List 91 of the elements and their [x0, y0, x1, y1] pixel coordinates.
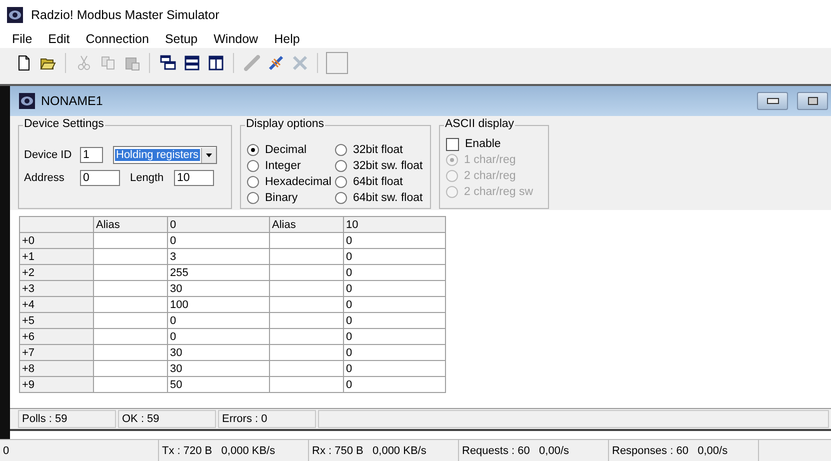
menu-item[interactable]: Setup [162, 32, 200, 46]
radio-button[interactable] [335, 192, 347, 204]
radio-label: Decimal [265, 144, 307, 156]
table-cell: 30 [168, 280, 270, 296]
radio-button[interactable] [247, 176, 259, 188]
input-field[interactable]: 1 [80, 147, 103, 163]
radio-button[interactable] [335, 160, 347, 172]
table-cell: 0 [344, 376, 446, 392]
table-cell: 0 [168, 312, 270, 328]
row-header: +8 [20, 360, 94, 376]
table-cell: 0 [344, 312, 446, 328]
table-cell: 0 [344, 296, 446, 312]
radio-button[interactable] [335, 176, 347, 188]
input-field[interactable]: 0 [80, 170, 120, 186]
radio-button[interactable] [247, 192, 259, 204]
field-label: Address [24, 172, 66, 184]
windows-icon[interactable] [208, 55, 224, 71]
row-header: +1 [20, 248, 94, 264]
status-panel: OK : 59 [118, 410, 216, 428]
status-panel: Rx : 750 B 0,000 KB/s [309, 440, 459, 461]
table-cell: 0 [344, 344, 446, 360]
windows-icon[interactable] [184, 55, 200, 71]
radio-label: 64bit float [353, 176, 403, 188]
radio-button[interactable] [335, 144, 347, 156]
radio-label: 64bit sw. float [353, 192, 423, 204]
column-header: 0 [168, 216, 270, 232]
row-header: +9 [20, 376, 94, 392]
table-cell: 255 [168, 264, 270, 280]
status-panel: Requests : 60 0,00/s [459, 440, 609, 461]
table-cell: 0 [344, 264, 446, 280]
child-window-title: NONAME1 [41, 94, 103, 108]
minimize-button[interactable] [757, 92, 788, 110]
document-icon[interactable] [16, 55, 32, 71]
column-header: Alias [94, 216, 168, 232]
menu-item[interactable]: Window [212, 32, 260, 46]
row-header: +4 [20, 296, 94, 312]
radio-label: 32bit sw. float [353, 160, 423, 172]
table-cell: 0 [344, 232, 446, 248]
group-title: ASCII display [444, 118, 516, 130]
toolbar-button[interactable] [326, 52, 348, 74]
table-cell: 30 [168, 344, 270, 360]
app-icon [19, 93, 35, 109]
radio-label: 2 char/reg [464, 170, 516, 182]
row-header: +6 [20, 328, 94, 344]
checkbox[interactable] [446, 138, 459, 150]
table-cell: 0 [168, 232, 270, 248]
row-header: +0 [20, 232, 94, 248]
radio-label: Integer [265, 160, 301, 172]
radio-label: Binary [265, 192, 298, 204]
windows-icon[interactable] [160, 55, 176, 71]
radio-button[interactable] [247, 160, 259, 172]
table-cell: 100 [168, 296, 270, 312]
radio-label: 32bit float [353, 144, 403, 156]
table-cell: 0 [344, 280, 446, 296]
row-header: +3 [20, 280, 94, 296]
table-cell: 0 [344, 360, 446, 376]
menu-item[interactable]: Edit [46, 32, 72, 46]
status-panel: Responses : 60 0,00/s [609, 440, 759, 461]
column-header: Alias [270, 216, 344, 232]
status-panel: Errors : 0 [218, 410, 316, 428]
field-label: Device ID [24, 149, 73, 161]
radio-label: Hexadecimal [265, 176, 332, 188]
radio-label: 2 char/reg sw [464, 186, 534, 198]
menu-item[interactable]: Connection [84, 32, 151, 46]
table-cell: 0 [168, 328, 270, 344]
status-panel: 0 [0, 440, 159, 461]
table-cell: 0 [344, 328, 446, 344]
window-title: Radzio! Modbus Master Simulator [31, 8, 220, 22]
table-cell: 30 [168, 360, 270, 376]
status-panel: Tx : 720 B 0,000 KB/s [159, 440, 309, 461]
input-field[interactable]: 10 [174, 170, 214, 186]
row-header: +7 [20, 344, 94, 360]
status-panel: Polls : 59 [18, 410, 116, 428]
menu-item[interactable]: File [10, 32, 34, 46]
row-header: +5 [20, 312, 94, 328]
dropdown-button[interactable] [200, 148, 216, 162]
radio-label: 1 char/reg [464, 154, 516, 166]
dropdown[interactable]: Holding registers [113, 146, 217, 164]
column-header: 10 [344, 216, 446, 232]
row-header: +2 [20, 264, 94, 280]
table-cell: 0 [344, 248, 446, 264]
table-cell: 3 [168, 248, 270, 264]
radio-button[interactable] [247, 144, 259, 156]
app-icon [7, 7, 23, 23]
group-title: Device Settings [23, 118, 105, 130]
field-label: Length [130, 172, 165, 184]
group-title: Display options [245, 118, 325, 130]
menu-item[interactable]: Help [272, 32, 302, 46]
checkbox-label: Enable [465, 138, 501, 150]
restore-button[interactable] [797, 92, 828, 110]
table-cell: 50 [168, 376, 270, 392]
